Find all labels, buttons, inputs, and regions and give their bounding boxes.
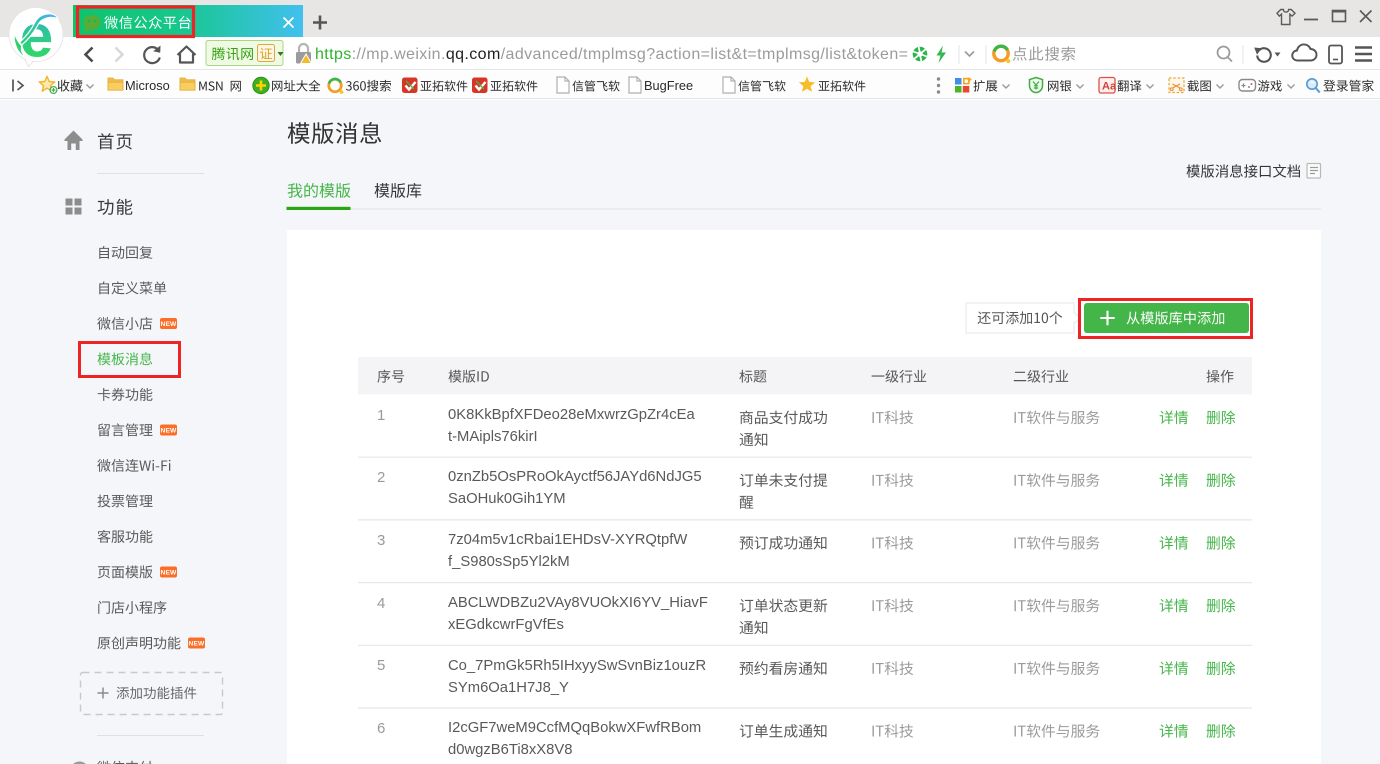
svg-text:Aa: Aa: [1102, 81, 1117, 93]
svg-text:NEW: NEW: [161, 428, 178, 435]
svg-text:NEW: NEW: [161, 570, 178, 577]
svg-text:NEW: NEW: [161, 321, 178, 328]
svg-text:NEW: NEW: [189, 641, 206, 648]
